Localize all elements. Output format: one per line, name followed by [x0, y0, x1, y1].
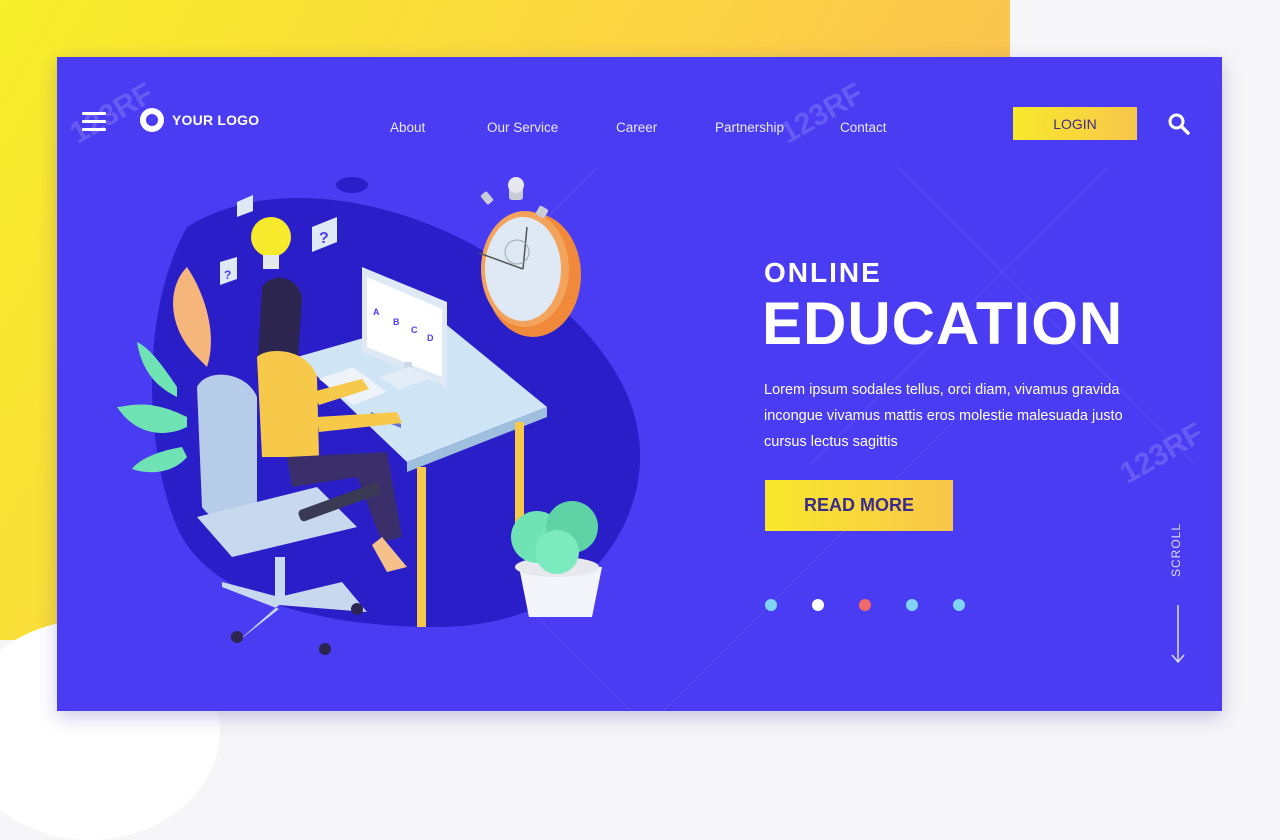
search-icon[interactable]: [1167, 112, 1191, 141]
svg-text:?: ?: [224, 268, 231, 282]
quiz-letter: D: [427, 333, 434, 343]
hero-title: EDUCATION: [762, 290, 1124, 357]
quiz-letter: C: [411, 325, 418, 335]
nav-partnership[interactable]: Partnership: [715, 120, 784, 135]
pagination-dot-active[interactable]: [859, 599, 871, 611]
decor-line: [660, 417, 958, 711]
landing-card: 123RF 123RF 123RF 123RF YOUR LOGO About …: [57, 57, 1222, 711]
scroll-down-arrow-icon[interactable]: [1171, 605, 1185, 670]
pagination-dot[interactable]: [906, 599, 918, 611]
quiz-letter: A: [373, 307, 380, 317]
watermark: 123RF: [774, 76, 870, 151]
pagination-dot[interactable]: [812, 599, 824, 611]
nav-contact[interactable]: Contact: [840, 120, 887, 135]
online-education-illustration: A B C D ? ?: [117, 177, 641, 655]
login-button[interactable]: LOGIN: [1013, 107, 1137, 140]
scroll-label: SCROLL: [1169, 522, 1183, 577]
svg-text:?: ?: [319, 230, 329, 247]
quiz-letter: B: [393, 317, 400, 327]
hero-subtitle: ONLINE: [764, 257, 882, 288]
read-more-button[interactable]: READ MORE: [765, 480, 953, 531]
hero-description: Lorem ipsum sodales tellus, orci diam, v…: [764, 382, 1123, 450]
pagination-dot[interactable]: [953, 599, 965, 611]
pagination-dot[interactable]: [765, 599, 777, 611]
